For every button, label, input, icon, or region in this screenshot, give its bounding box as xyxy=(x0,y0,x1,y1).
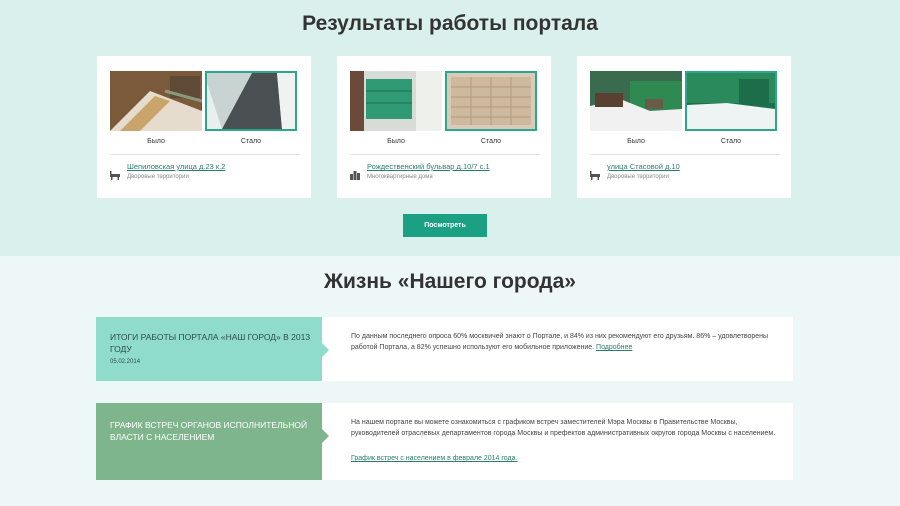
news-heading[interactable]: ИТОГИ РАБОТЫ ПОРТАЛА «НАШ ГОРОД» В 2013 … xyxy=(110,331,315,355)
after-label: Стало xyxy=(480,138,502,145)
results-section: Результаты работы портала Было Стало Шеп… xyxy=(0,0,900,256)
news-heading-block[interactable]: ИТОГИ РАБОТЫ ПОРТАЛА «НАШ ГОРОД» В 2013 … xyxy=(96,317,329,381)
card-divider xyxy=(110,154,300,155)
life-title: Жизнь «Нашего города» xyxy=(324,270,576,293)
before-label: Было xyxy=(147,138,165,145)
card-category: Дворовые территории xyxy=(127,174,189,180)
card-category: Дворовые территории xyxy=(607,174,669,180)
after-label: Стало xyxy=(720,138,742,145)
after-label: Стало xyxy=(240,138,262,145)
building-icon xyxy=(350,167,360,180)
yard-icon xyxy=(590,167,600,180)
view-button[interactable]: Посмотреть xyxy=(403,214,487,237)
photo-pair xyxy=(350,71,540,131)
schedule-link[interactable]: График встреч с населением в феврале 201… xyxy=(351,455,517,462)
card-divider xyxy=(350,154,540,155)
news-heading-block[interactable]: ГРАФИК ВСТРЕЧ ОРГАНОВ ИСПОЛНИТЕЛЬНОЙ ВЛА… xyxy=(96,403,329,480)
news-date: 05.02.2014 xyxy=(110,359,141,365)
news-heading[interactable]: ГРАФИК ВСТРЕЧ ОРГАНОВ ИСПОЛНИТЕЛЬНОЙ ВЛА… xyxy=(110,419,315,443)
before-photo[interactable] xyxy=(110,71,202,131)
before-label: Было xyxy=(387,138,405,145)
card-address-link[interactable]: Рождественский бульвар д.10/7 с.1 xyxy=(367,162,490,171)
before-label: Было xyxy=(627,138,645,145)
read-more-link[interactable]: Подробнее xyxy=(596,344,632,351)
result-card: Было Стало улица Стасовой д.10 Дворовые … xyxy=(577,56,791,198)
before-photo[interactable] xyxy=(350,71,442,131)
result-card: Было Стало Шепиловская улица д.23 к.2 Дв… xyxy=(97,56,311,198)
card-address-link[interactable]: Шепиловская улица д.23 к.2 xyxy=(127,162,225,171)
before-photo[interactable] xyxy=(590,71,682,131)
result-card: Было Стало Рождественский бульвар д.10/7… xyxy=(337,56,551,198)
news-text: По данным последнего опроса 60% москвиче… xyxy=(351,331,776,353)
card-divider xyxy=(590,154,780,155)
card-category: Многоквартирные дома xyxy=(367,174,433,180)
news-text-body: По данным последнего опроса 60% москвиче… xyxy=(351,333,769,351)
after-photo[interactable] xyxy=(205,71,297,131)
news-text: На нашем портале вы можете ознакомиться … xyxy=(351,419,776,437)
after-photo[interactable] xyxy=(445,71,537,131)
photo-pair xyxy=(590,71,780,131)
news-item: ГРАФИК ВСТРЕЧ ОРГАНОВ ИСПОЛНИТЕЛЬНОЙ ВЛА… xyxy=(96,403,793,480)
after-photo[interactable] xyxy=(685,71,777,131)
photo-pair xyxy=(110,71,300,131)
results-title: Результаты работы портала xyxy=(302,12,598,35)
card-address-link[interactable]: улица Стасовой д.10 xyxy=(607,162,680,171)
news-item: ИТОГИ РАБОТЫ ПОРТАЛА «НАШ ГОРОД» В 2013 … xyxy=(96,317,793,381)
yard-icon xyxy=(110,167,120,180)
